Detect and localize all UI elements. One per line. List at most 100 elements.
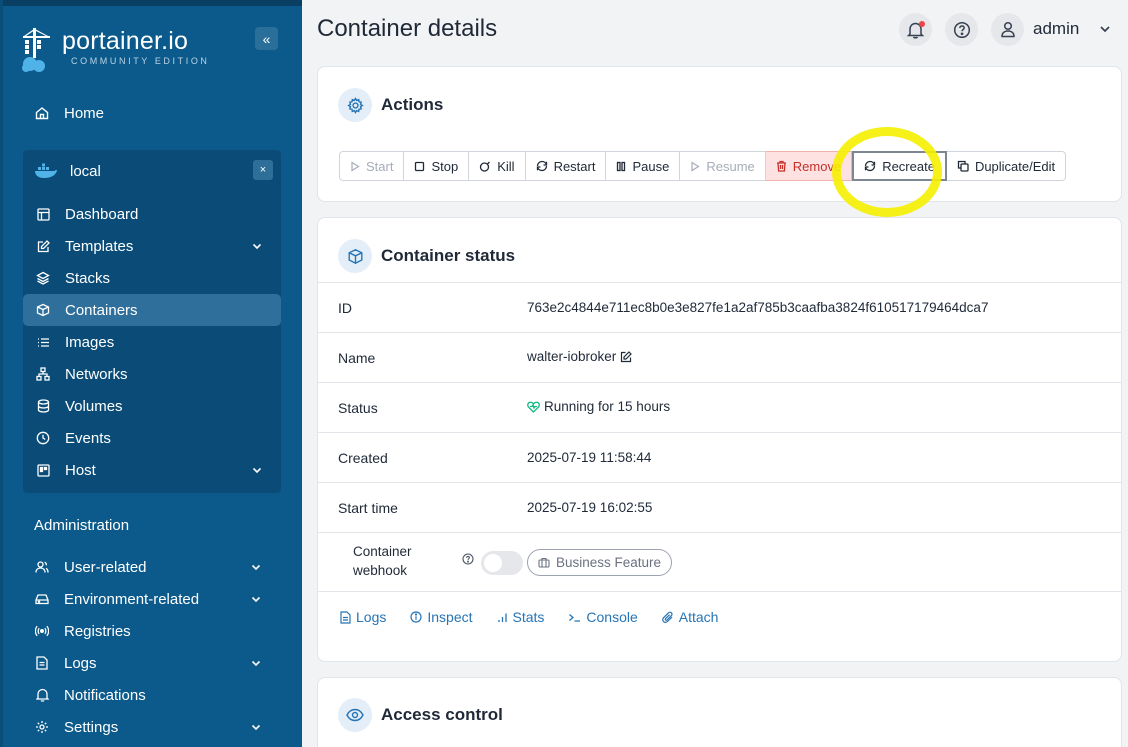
sidebar-item-networks[interactable]: Networks [35, 359, 285, 389]
network-icon [35, 366, 51, 382]
box-icon [35, 302, 51, 318]
stop-button[interactable]: Stop [404, 151, 470, 181]
sidebar-item-host[interactable]: Host [35, 455, 285, 485]
actions-header: Actions [338, 88, 443, 122]
sidebar-item-volumes[interactable]: Volumes [35, 391, 285, 421]
kill-button[interactable]: Kill [469, 151, 526, 181]
button-label: Start [366, 158, 394, 174]
bell-icon [907, 20, 925, 39]
chevron-down-icon[interactable] [250, 592, 262, 609]
inspect-link[interactable]: Inspect [410, 609, 473, 625]
chevron-down-icon[interactable] [251, 239, 263, 256]
help-button[interactable] [945, 13, 978, 46]
sidebar-item-stacks[interactable]: Stacks [35, 263, 285, 293]
sidebar-item-logs[interactable]: Logs [34, 648, 284, 678]
toggle-knob [484, 554, 502, 572]
sidebar-item-templates[interactable]: Templates [35, 231, 285, 261]
username[interactable]: admin [1033, 19, 1079, 39]
restart-button[interactable]: Restart [525, 151, 607, 181]
webhook-label-line: Container [353, 544, 412, 559]
webhook-toggle[interactable] [481, 551, 523, 575]
database-icon [35, 398, 51, 414]
resume-button[interactable]: Resume [680, 151, 766, 181]
row-label: ID [338, 300, 352, 316]
chevron-down-icon[interactable] [250, 560, 262, 577]
file-icon [34, 655, 50, 671]
sidebar-item-label: Environment-related [64, 590, 200, 608]
home-icon [34, 105, 50, 121]
sidebar-item-user-related[interactable]: User-related [34, 552, 284, 582]
access-control-title: Access control [381, 705, 503, 724]
sidebar-item-label: Registries [64, 622, 131, 640]
remove-button[interactable]: Remove [765, 151, 853, 181]
pause-button[interactable]: Pause [606, 151, 681, 181]
copy-icon [957, 160, 969, 172]
paperclip-icon [661, 611, 674, 624]
attach-link[interactable]: Attach [661, 609, 718, 625]
page-title: Container details [317, 15, 498, 42]
sidebar-item-label: Volumes [65, 397, 123, 415]
refresh-icon [536, 160, 548, 172]
sidebar-item-settings[interactable]: Settings [34, 712, 284, 742]
link-label: Console [586, 609, 638, 625]
row-label: Created [338, 450, 388, 466]
container-name: walter-iobroker [527, 349, 617, 364]
chevron-down-icon[interactable] [250, 720, 262, 737]
sidebar-item-label: Settings [64, 718, 119, 736]
sidebar-item-events[interactable]: Events [35, 423, 285, 453]
duplicate-edit-button[interactable]: Duplicate/Edit [946, 151, 1067, 181]
help-icon[interactable] [462, 553, 474, 565]
start-button[interactable]: Start [339, 151, 405, 181]
stats-link[interactable]: Stats [497, 609, 545, 625]
status-row-id: ID 763e2c4844e711ec8b0e3e827fe1a2af785b3… [318, 282, 1121, 332]
briefcase-icon [538, 557, 550, 568]
logs-link[interactable]: Logs [340, 609, 386, 625]
sidebar-item-label: Home [64, 104, 105, 122]
sidebar-edge [0, 0, 3, 747]
eye-icon [338, 698, 372, 732]
portainer-logo[interactable]: portainer.io COMMUNITY EDITION [20, 26, 210, 74]
edit-icon[interactable] [620, 350, 633, 363]
recreate-button[interactable]: Recreate [852, 151, 947, 181]
row-label: Status [338, 400, 378, 416]
sidebar-item-environment-related[interactable]: Environment-related [34, 584, 284, 614]
chevron-down-icon[interactable] [1098, 22, 1112, 41]
sidebar-item-label: Notifications [64, 686, 146, 704]
sidebar-item-label: Host [65, 461, 96, 479]
close-environment-button[interactable]: × [253, 160, 273, 180]
sidebar-item-label: User-related [64, 558, 147, 576]
sidebar-item-label: Networks [65, 365, 128, 383]
console-link[interactable]: Console [568, 609, 638, 625]
chevron-down-icon[interactable] [250, 656, 262, 673]
bar-chart-icon [497, 612, 508, 623]
chevron-down-icon[interactable] [251, 463, 263, 480]
status-row-webhook: Container webhook Business Feature [318, 532, 1121, 591]
link-label: Stats [512, 609, 545, 625]
sidebar: portainer.io COMMUNITY EDITION « Home lo… [0, 0, 302, 747]
button-label: Recreate [882, 158, 935, 174]
edit-icon [35, 238, 51, 254]
user-avatar[interactable] [991, 13, 1024, 46]
button-label: Kill [497, 158, 515, 174]
trash-icon [776, 160, 787, 172]
sidebar-item-images[interactable]: Images [35, 327, 285, 357]
sidebar-item-containers[interactable]: Containers [35, 295, 285, 325]
sidebar-item-dashboard[interactable]: Dashboard [35, 199, 285, 229]
sidebar-item-notifications[interactable]: Notifications [34, 680, 284, 710]
webhook-label: Container webhook [353, 542, 412, 580]
notifications-button[interactable] [899, 13, 932, 46]
status-row-start-time: Start time 2025-07-19 16:02:55 [318, 482, 1121, 532]
environment-header[interactable]: local [34, 158, 101, 184]
row-label: Name [338, 350, 376, 366]
collapse-sidebar-button[interactable]: « [255, 27, 278, 50]
sidebar-item-label: Templates [65, 237, 134, 255]
bell-icon [34, 687, 50, 703]
container-links: Logs Inspect Stats Console Attach [340, 609, 742, 625]
sidebar-item-registries[interactable]: Registries [34, 616, 284, 646]
play-icon [690, 160, 700, 172]
bomb-icon [479, 160, 491, 172]
users-icon [34, 559, 50, 575]
sidebar-item-home[interactable]: Home [34, 98, 284, 128]
sidebar-item-label: Containers [65, 301, 138, 319]
sidebar-item-label: Events [65, 429, 111, 447]
